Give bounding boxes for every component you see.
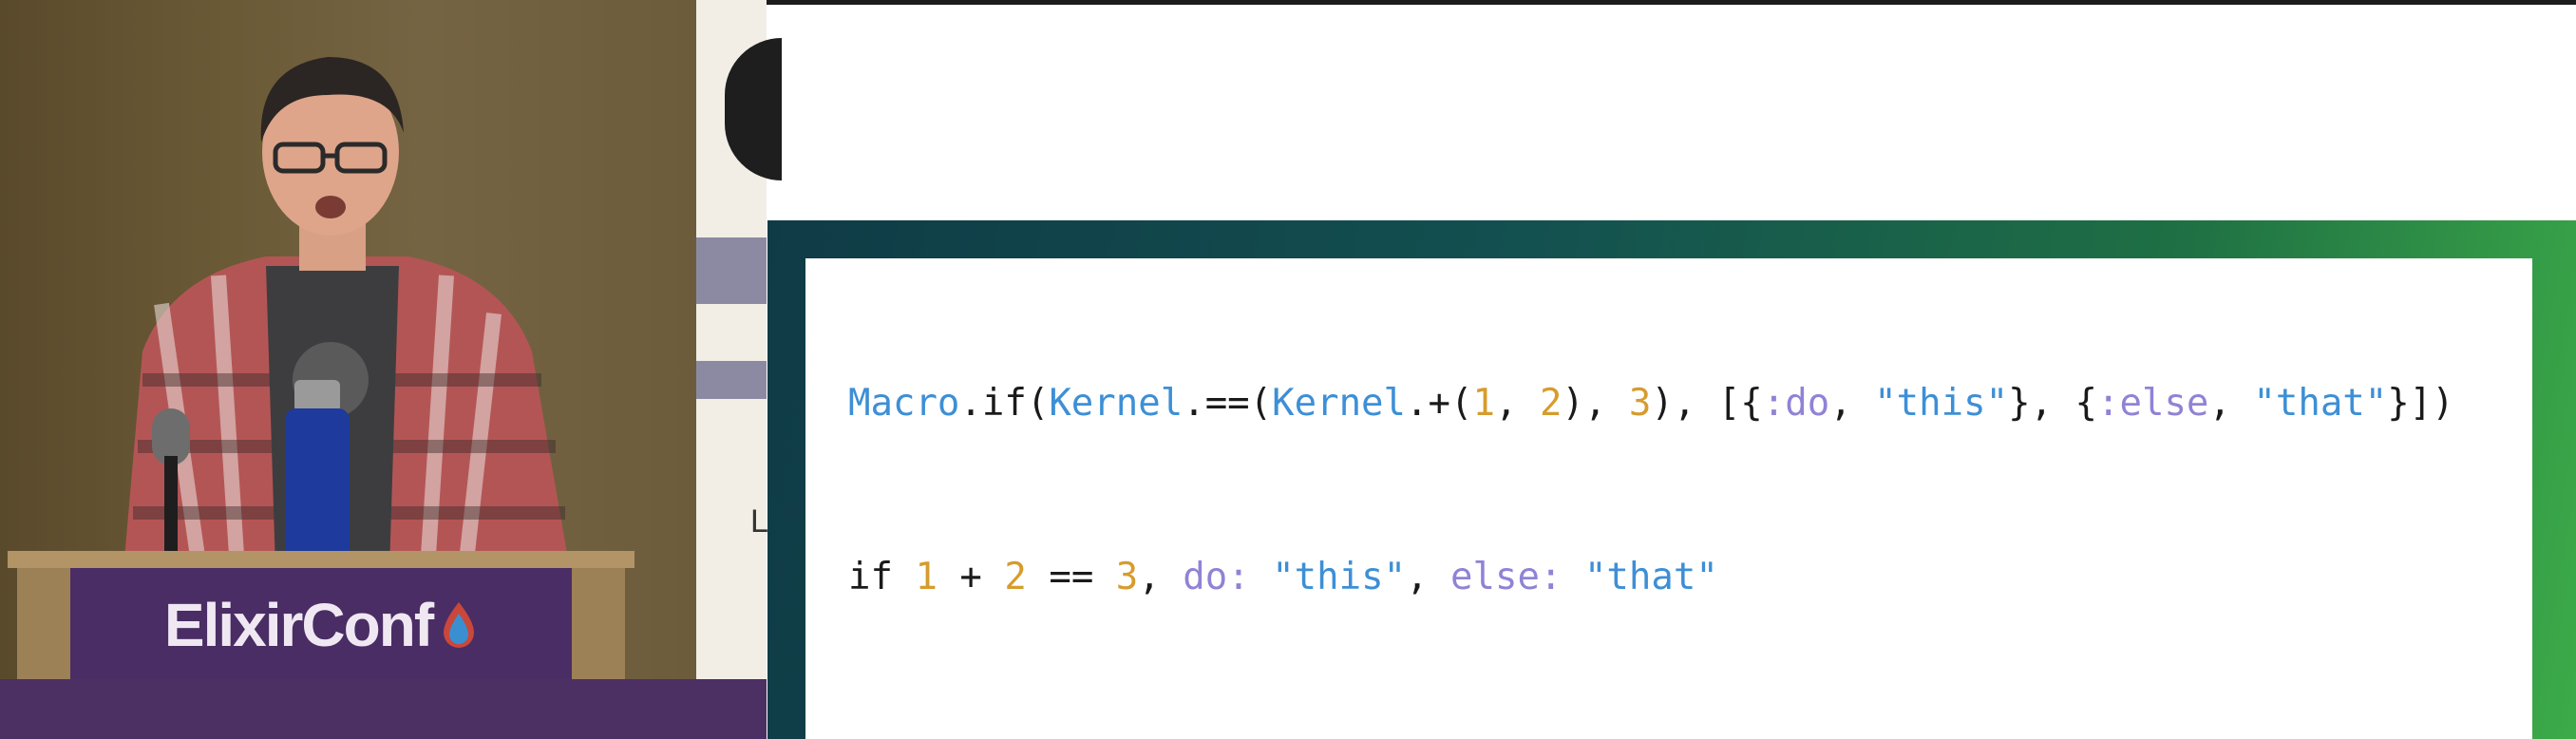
code-token: 2 xyxy=(1539,382,1563,425)
water-bottle xyxy=(285,408,350,570)
code-token: "that" xyxy=(1583,556,1718,598)
code-token: }]) xyxy=(2387,382,2454,425)
code-token: 2 xyxy=(1004,556,1027,598)
code-token: .==( xyxy=(1183,382,1273,425)
code-token: 3 xyxy=(1115,556,1139,598)
code-token: "this" xyxy=(1874,382,2009,425)
lectern-sign: ElixirConf xyxy=(70,568,572,682)
code-token: 1 xyxy=(915,556,938,598)
code-token: }, { xyxy=(2008,382,2097,425)
code-token: .if( xyxy=(959,382,1050,425)
code-token: "that" xyxy=(2253,382,2388,425)
code-token: Kernel xyxy=(1049,382,1184,425)
elixir-drop-logo xyxy=(440,600,478,650)
code-token: do: xyxy=(1183,556,1250,598)
lectern-top xyxy=(8,551,635,568)
code-token: 1 xyxy=(1472,382,1495,425)
code-token: ), [{ xyxy=(1651,382,1763,425)
banner-stripe xyxy=(696,361,767,399)
code-line-if: if 1 + 2 == 3, do: "this", else: "that" xyxy=(848,556,1718,598)
stage-floor xyxy=(0,679,767,739)
code-token: if xyxy=(848,556,916,598)
slide-panel xyxy=(805,258,2532,739)
code-token: ), xyxy=(1562,382,1629,425)
code-token: .+( xyxy=(1406,382,1473,425)
code-line-macro-if: Macro.if(Kernel.==(Kernel.+(1, 2), 3), [… xyxy=(848,382,2454,425)
conference-name: ElixirConf xyxy=(163,591,434,659)
code-token: :do xyxy=(1762,382,1830,425)
code-token: , xyxy=(2208,382,2254,425)
code-token: , xyxy=(1829,382,1875,425)
code-token: else: xyxy=(1450,556,1563,598)
speaker-camera-view: ElixirConf xyxy=(0,0,767,739)
code-token: "this" xyxy=(1272,556,1407,598)
code-token: :else xyxy=(2097,382,2209,425)
code-token: , xyxy=(1138,556,1184,598)
banner-stripe xyxy=(696,237,767,304)
water-bottle-cap xyxy=(294,380,340,412)
microphone-stand xyxy=(164,456,178,560)
code-token: == xyxy=(1026,556,1116,598)
code-token: , xyxy=(1494,382,1540,425)
code-token: Kernel xyxy=(1272,382,1407,425)
code-token: + xyxy=(937,556,1005,598)
code-token: Macro xyxy=(848,382,960,425)
code-token: 3 xyxy=(1628,382,1652,425)
code-token: , xyxy=(1406,556,1451,598)
banner-letter: L xyxy=(750,503,768,540)
